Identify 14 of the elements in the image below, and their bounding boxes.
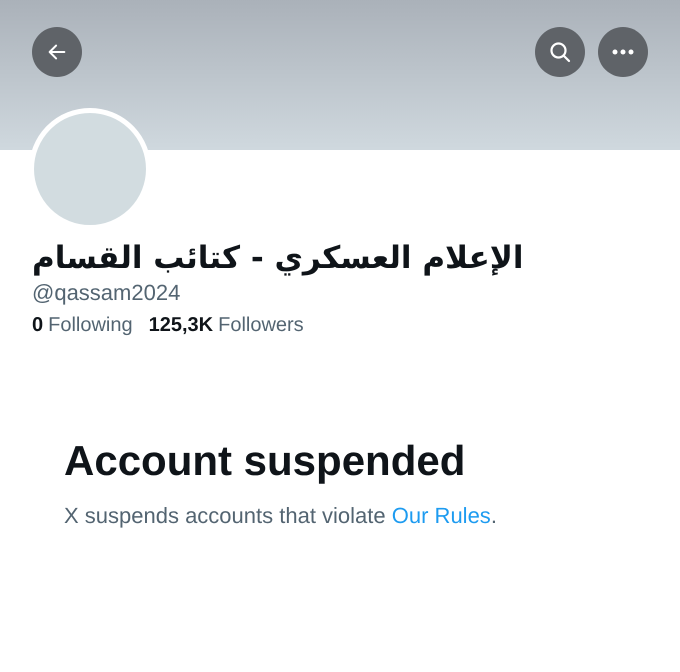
search-button[interactable] (535, 27, 585, 77)
more-button[interactable] (598, 27, 648, 77)
display-name: الإعلام العسكري - كتائب القسام (32, 240, 524, 276)
more-icon (612, 49, 634, 55)
back-button[interactable] (32, 27, 82, 77)
suspension-message: X suspends accounts that violate Our Rules. (64, 503, 497, 529)
stat-label: Following (48, 314, 133, 337)
stat-count: 0 (32, 314, 44, 337)
stat-count: 125,3K (148, 314, 214, 337)
suspended-title: Account suspended (64, 437, 466, 485)
rules-link[interactable]: Our Rules (392, 503, 491, 528)
search-icon (548, 40, 572, 64)
username: @qassam2024 (32, 280, 180, 306)
stat-label: Followers (218, 314, 304, 337)
